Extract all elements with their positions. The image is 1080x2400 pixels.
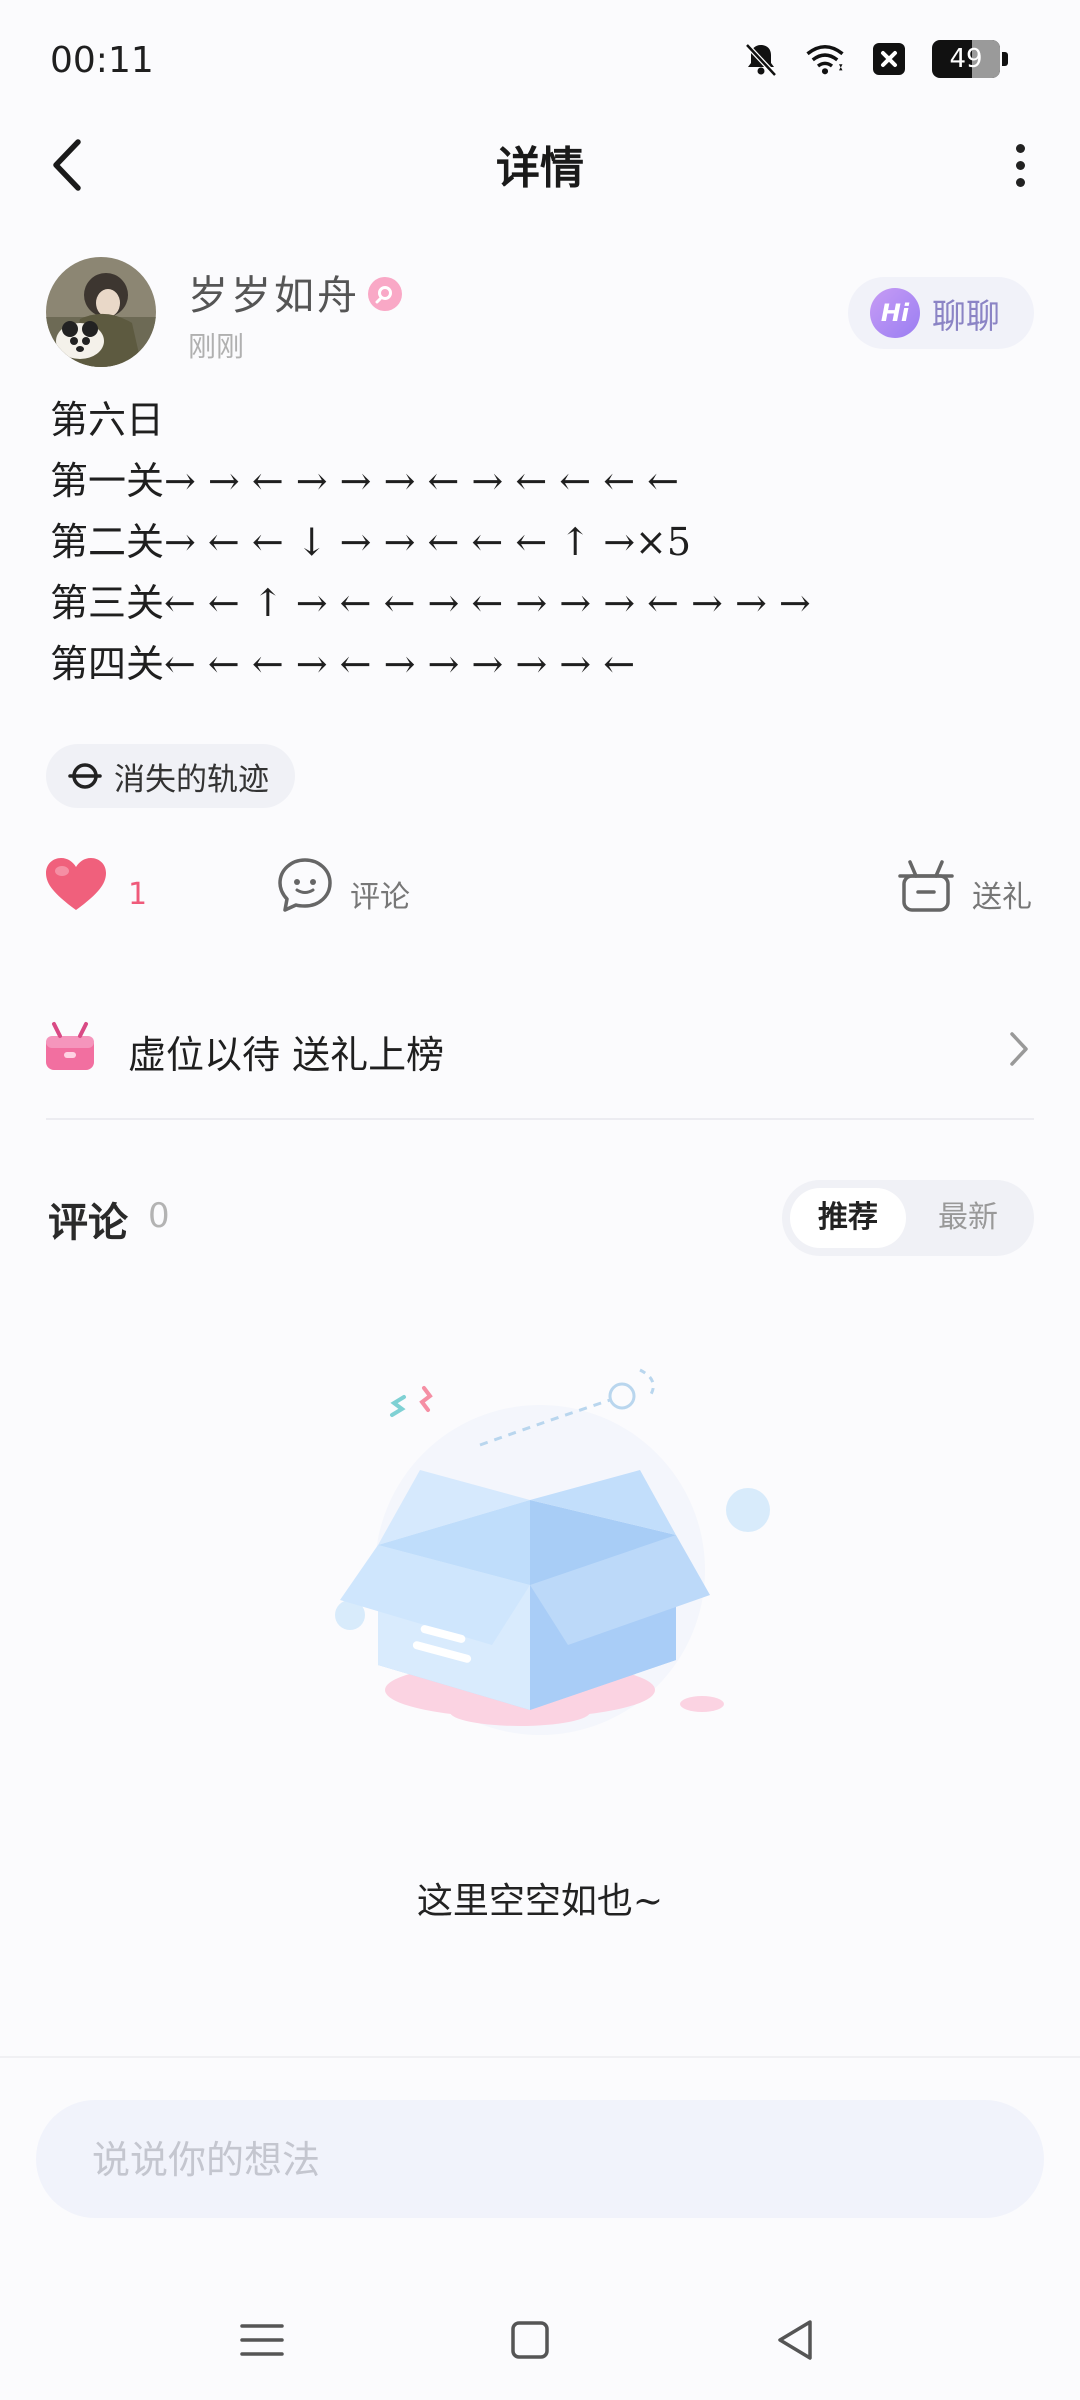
gift-rank-label: 虚位以待 送礼上榜 — [128, 1033, 445, 1077]
back-triangle-icon — [778, 2320, 812, 2360]
post-header: 岁岁如舟 刚刚 Hi 聊聊 — [0, 255, 1080, 375]
empty-state-text: 这里空空如也~ — [416, 1881, 664, 1922]
more-vertical-icon — [1015, 143, 1025, 153]
gift-box-icon — [46, 1022, 94, 1070]
gift-button[interactable]: 送礼 — [896, 854, 1032, 916]
post-content: 第六日 第一关→ → ← → → → ← → ← ← ← ← 第二关→ ← ← … — [50, 390, 1050, 695]
comment-label: 评论 — [350, 880, 410, 915]
chat-button[interactable]: Hi 聊聊 — [848, 277, 1034, 349]
topic-tag[interactable]: 消失的轨迹 — [46, 744, 295, 808]
home-button[interactable] — [500, 2310, 560, 2370]
system-back-button[interactable] — [766, 2310, 826, 2370]
avatar[interactable] — [46, 257, 156, 367]
content-line: 第一关→ → ← → → → ← → ← ← ← ← — [50, 459, 679, 503]
search-badge-icon — [368, 277, 402, 311]
status-icons: 49 — [740, 38, 1008, 80]
topic-icon — [68, 763, 102, 789]
sort-latest-tab[interactable]: 最新 — [910, 1188, 1026, 1248]
wifi-icon — [804, 38, 846, 80]
menu-icon — [240, 2324, 284, 2356]
comments-count: 0 — [148, 1196, 170, 1236]
post-time: 刚刚 — [188, 330, 245, 363]
nav-bar: 详情 — [0, 120, 1080, 210]
action-row: 1 评论 送礼 — [0, 850, 1080, 930]
author-name[interactable]: 岁岁如舟 — [188, 263, 360, 321]
gift-rank-row[interactable]: 虚位以待 送礼上榜 — [0, 1010, 1080, 1090]
heart-icon — [46, 858, 106, 910]
battery-level: 49 — [949, 44, 983, 74]
comment-input-bar[interactable] — [36, 2100, 1044, 2220]
status-time: 00:11 — [50, 40, 154, 81]
content-line: 第六日 — [50, 398, 165, 442]
more-button[interactable] — [1000, 132, 1040, 198]
comment-input[interactable] — [90, 2100, 994, 2220]
sort-toggle: 推荐 最新 — [782, 1180, 1034, 1256]
comments-title: 评论 — [48, 1200, 128, 1246]
gift-label: 送礼 — [972, 880, 1032, 915]
comment-icon — [278, 858, 332, 912]
chat-label: 聊聊 — [932, 296, 1000, 337]
status-bar: 00:11 49 — [0, 0, 1080, 120]
hi-icon: Hi — [870, 288, 920, 338]
sort-recommended-tab[interactable]: 推荐 — [790, 1188, 906, 1248]
like-count: 1 — [128, 876, 148, 912]
like-button[interactable]: 1 — [44, 856, 147, 914]
divider — [46, 1118, 1034, 1120]
system-nav-bar — [0, 2290, 1080, 2400]
comment-button[interactable]: 评论 — [276, 854, 410, 916]
content-line: 第二关→ ← ← ↓ → → ← ← ← ↑ →×5 — [50, 520, 692, 564]
comments-header: 评论 0 推荐 最新 — [0, 1180, 1080, 1260]
content-line: 第三关← ← ↑ → ← ← → ← → → → ← → → → — [50, 581, 811, 625]
empty-box-illustration — [300, 1360, 780, 1800]
gift-icon — [898, 860, 954, 912]
battery-icon: 49 — [932, 40, 1008, 78]
content-line: 第四关← ← ← → ← → → → → → ← — [50, 642, 636, 686]
chevron-right-icon — [1010, 1032, 1028, 1066]
page-title: 详情 — [496, 143, 584, 194]
bell-muted-icon — [740, 38, 782, 80]
home-square-icon — [511, 2321, 549, 2359]
topic-label: 消失的轨迹 — [114, 761, 269, 798]
menu-button[interactable] — [232, 2310, 292, 2370]
close-box-icon — [868, 38, 910, 80]
divider — [0, 2056, 1080, 2058]
